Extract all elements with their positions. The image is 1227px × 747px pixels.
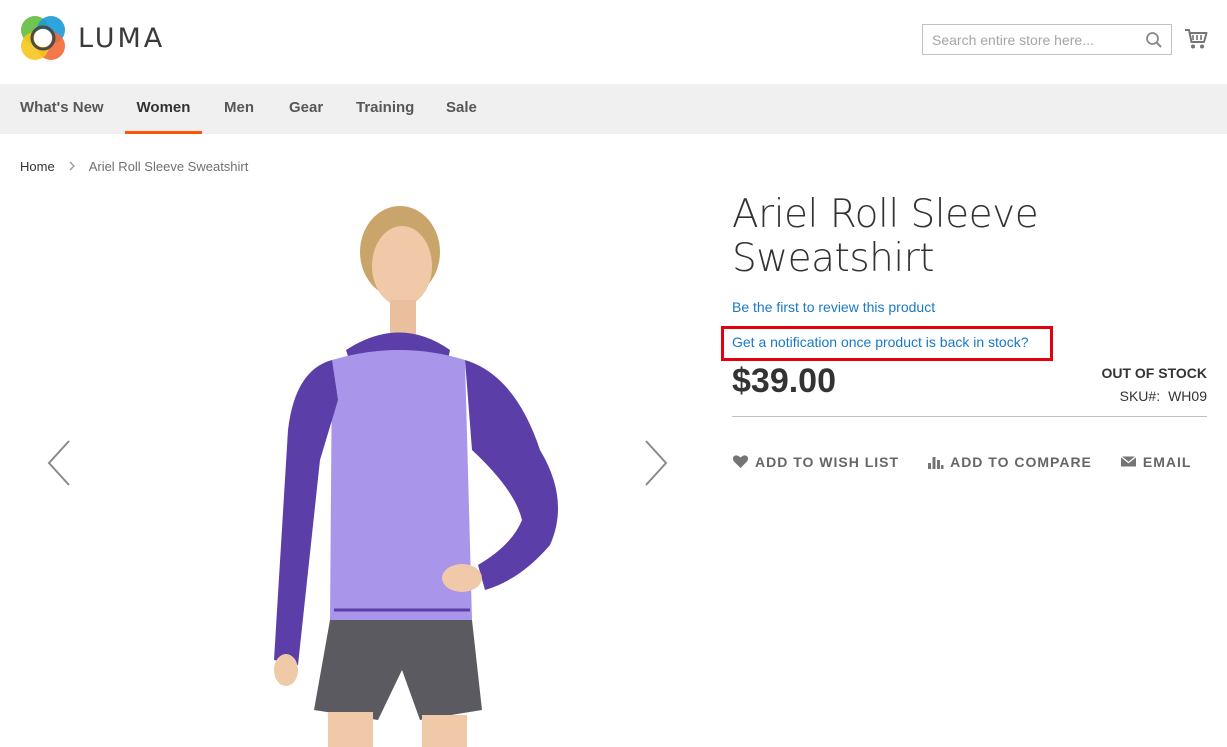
compare-label: ADD TO COMPARE <box>950 453 1092 470</box>
gallery-next-arrow-icon[interactable] <box>640 438 670 488</box>
nav-item-gear[interactable]: Gear <box>289 84 323 134</box>
email-button[interactable]: EMAIL <box>1120 453 1192 470</box>
divider <box>732 416 1207 417</box>
nav-item-men[interactable]: Men <box>224 84 254 134</box>
product-title: Ariel Roll Sleeve Sweatshirt <box>732 192 1039 281</box>
nav-item-training[interactable]: Training <box>356 84 414 134</box>
breadcrumb: Home Ariel Roll Sleeve Sweatshirt <box>20 159 248 174</box>
header: LUMA <box>0 0 1227 84</box>
search-icon[interactable] <box>1145 31 1163 49</box>
gallery-prev-arrow-icon[interactable] <box>45 438 75 488</box>
chevron-right-icon <box>69 159 75 174</box>
add-to-wishlist-button[interactable]: ADD TO WISH LIST <box>732 453 899 470</box>
nav-item-sale[interactable]: Sale <box>446 84 477 134</box>
nav-item-whats-new[interactable]: What's New <box>20 84 104 134</box>
main-nav: What's New Women Men Gear Training Sale <box>0 84 1227 134</box>
stock-notification-link[interactable]: Get a notification once product is back … <box>732 334 1029 350</box>
product-gallery <box>20 190 700 747</box>
breadcrumb-current: Ariel Roll Sleeve Sweatshirt <box>88 159 249 174</box>
product-actions: ADD TO WISH LIST ADD TO COMPARE EMAIL <box>732 453 1219 470</box>
sku-label: SKU#: <box>1119 388 1161 404</box>
wishlist-label: ADD TO WISH LIST <box>755 453 900 470</box>
sku-value: WH09 <box>1168 388 1207 404</box>
stock-status: OUT OF STOCK <box>1101 365 1207 381</box>
product-sku: SKU#: WH09 <box>1120 388 1207 404</box>
envelope-icon <box>1120 455 1137 467</box>
product-page: LUMA What's New Women Men Gear Training … <box>0 0 1227 747</box>
product-image[interactable] <box>250 200 580 747</box>
review-link[interactable]: Be the first to review this product <box>732 299 935 315</box>
add-to-compare-button[interactable]: ADD TO COMPARE <box>927 453 1092 470</box>
compare-chart-icon <box>928 457 944 469</box>
nav-item-women[interactable]: Women <box>125 84 202 134</box>
logo-text: LUMA <box>78 22 166 54</box>
shopping-cart-icon[interactable] <box>1184 27 1208 51</box>
search-input[interactable] <box>923 25 1143 54</box>
heart-icon <box>732 455 749 468</box>
search-box[interactable] <box>922 24 1172 55</box>
luma-logo-icon <box>21 16 65 60</box>
breadcrumb-home[interactable]: Home <box>20 159 55 174</box>
product-price: $39.00 <box>732 362 836 400</box>
logo[interactable]: LUMA <box>20 15 165 61</box>
email-label: EMAIL <box>1142 453 1192 470</box>
